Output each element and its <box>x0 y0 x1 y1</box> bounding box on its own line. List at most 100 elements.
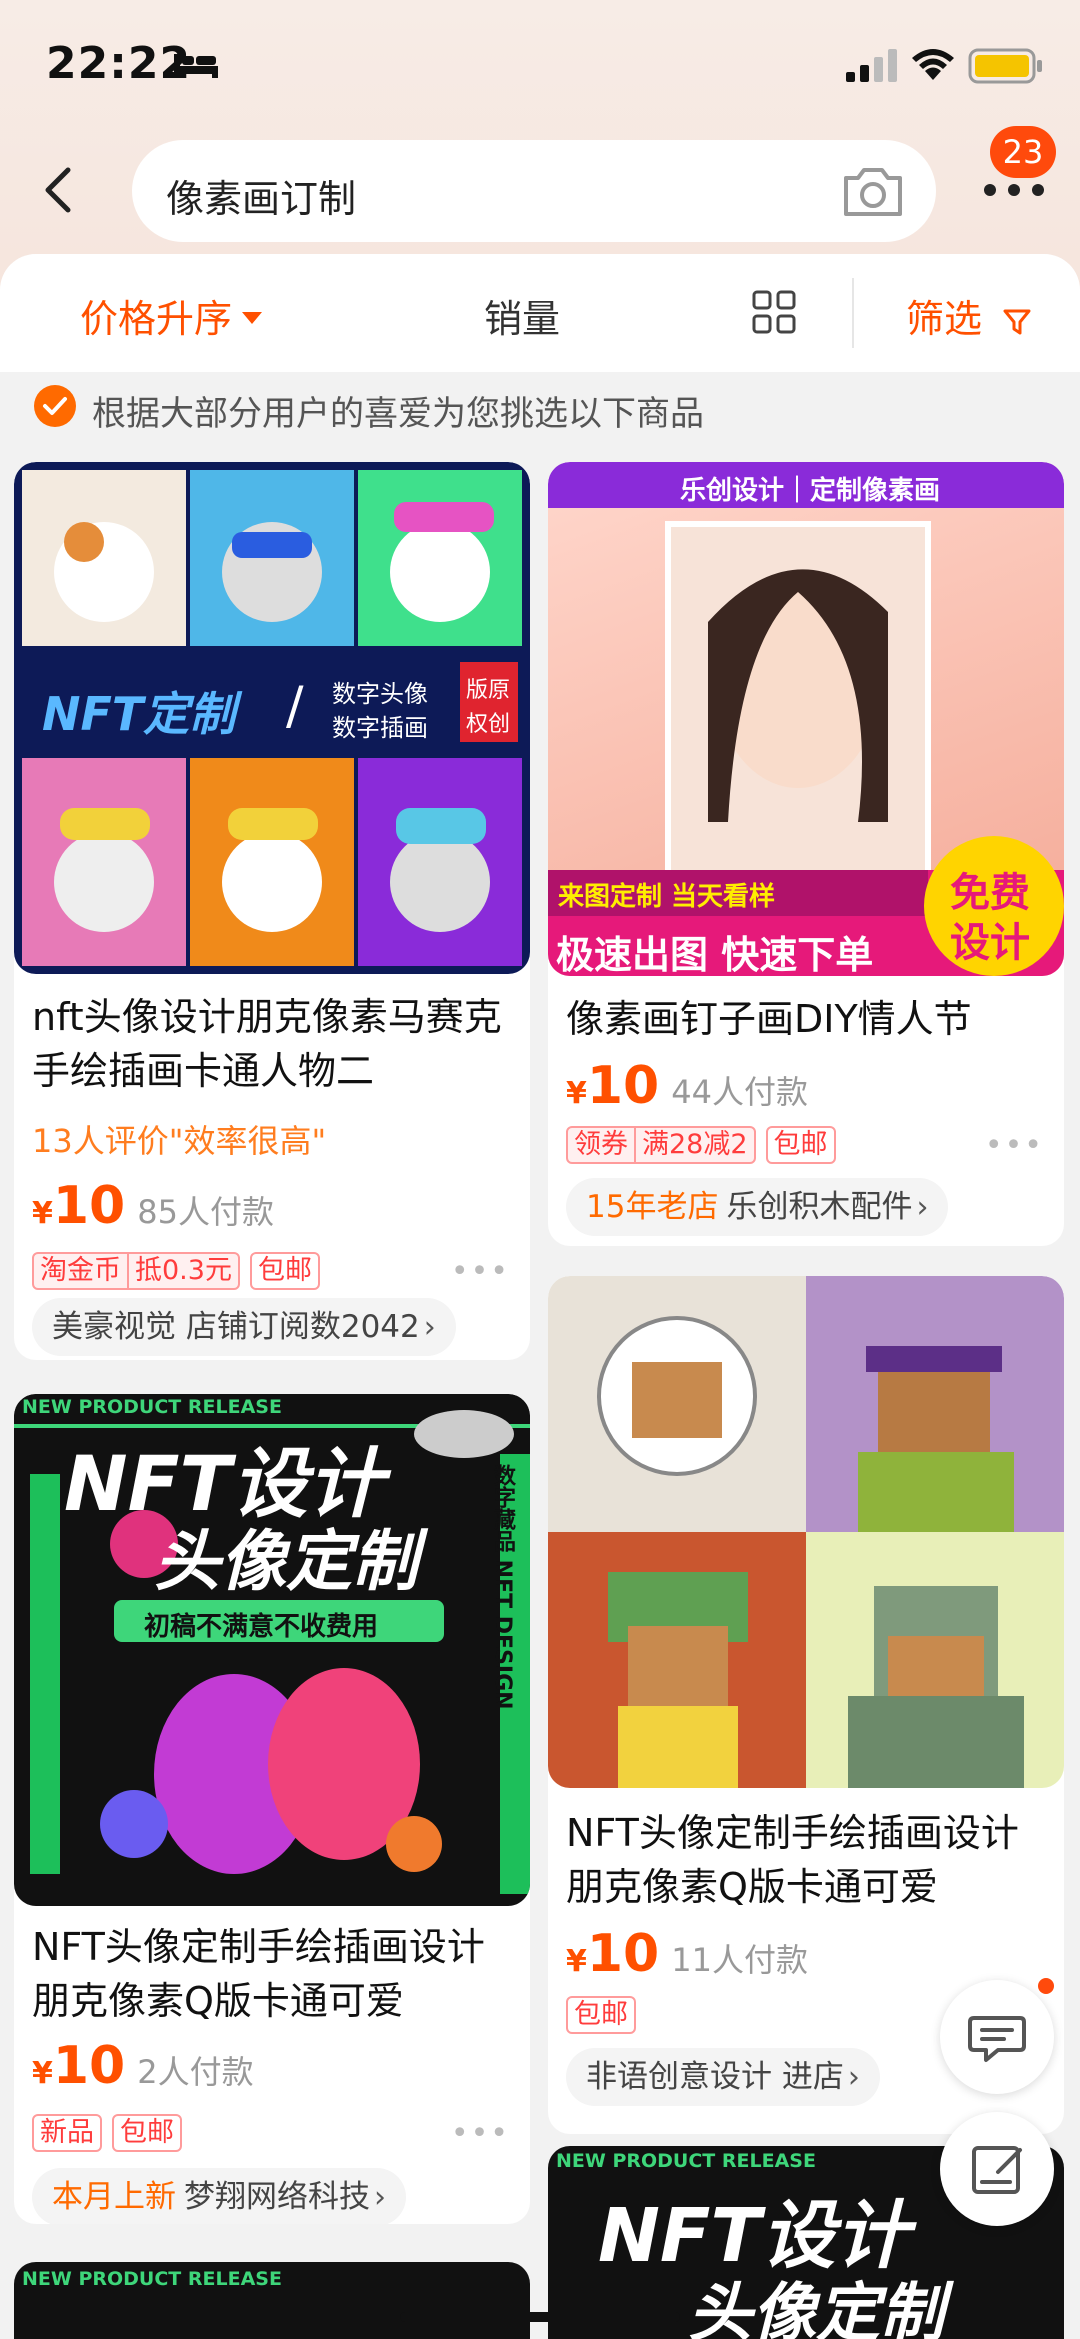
tag-row: 新品 包邮 <box>32 2114 192 2154</box>
shop-highlight: 15年老店 <box>586 1189 719 1225</box>
image-text-avatar-custom: 头像定制 <box>688 2277 944 2339</box>
sort-price-ascending[interactable]: 价格升序 <box>80 288 263 343</box>
customer-service-button[interactable] <box>940 1978 1054 2094</box>
price: 10 <box>52 1176 126 1236</box>
image-text-stamp-1: 版原 <box>466 678 511 703</box>
price: 10 <box>586 1056 660 1116</box>
chevron-right-icon: › <box>916 1190 929 1225</box>
shop-link[interactable]: 15年老店 乐创积木配件 › <box>566 1178 949 1236</box>
image-text-release: NEW PRODUCT RELEASE <box>22 1396 282 1418</box>
unread-dot <box>1038 1978 1054 1994</box>
product-image: NEW PRODUCT RELEASE <box>14 2262 530 2339</box>
check-icon <box>34 385 76 427</box>
tag-label: 抵0.3元 <box>127 1254 238 1288</box>
sort-divider <box>852 278 854 348</box>
free-shipping-tag: 包邮 <box>249 1252 320 1290</box>
tag-row: 领券 满28减2 包邮 <box>566 1126 846 1166</box>
sort-bar: 价格升序 销量 筛选 <box>0 254 1080 372</box>
chevron-right-icon: › <box>374 2180 386 2215</box>
price-row: ¥10 44人付款 <box>566 1056 808 1116</box>
image-text-custom: 来图定制 当天看样 <box>558 882 776 912</box>
product-image <box>548 1276 1064 1788</box>
more-options-icon[interactable]: ••• <box>451 2116 510 2151</box>
search-query: 像素画订制 <box>166 177 357 221</box>
product-title: 像素画钉子画DIY情人节 <box>566 997 972 1041</box>
free-shipping-tag: 包邮 <box>765 1126 836 1164</box>
grid-view-icon[interactable] <box>752 290 796 334</box>
shop-link[interactable]: 美豪视觉 店铺订阅数2042 › <box>32 1298 456 1356</box>
currency: ¥ <box>566 1076 587 1111</box>
product-card[interactable]: 乐创设计｜定制像素画 来图定制 当天看样 极速出图 快速下单 免费 设计 像素画… <box>548 462 1064 1246</box>
sold-count: 85人付款 <box>137 1193 274 1231</box>
sold-count: 44人付款 <box>671 1073 808 1111</box>
image-text-refund: 初稿不满意不收费用 <box>144 1612 379 1642</box>
shop-name: 非语创意设计 进店 <box>586 2059 844 2095</box>
price-row: ¥10 85人付款 <box>32 1176 274 1236</box>
back-icon[interactable] <box>34 160 84 220</box>
product-card[interactable]: NEW PRODUCT RELEASE NFT设计 头像定制 初稿不满意不收费用… <box>14 1394 530 2224</box>
filter-button[interactable]: 筛选 <box>906 288 1032 343</box>
sort-price-label: 价格升序 <box>80 297 233 341</box>
feedback-button[interactable] <box>940 2112 1054 2226</box>
more-options-icon[interactable]: ••• <box>985 1128 1044 1163</box>
edit-icon <box>972 2146 1022 2194</box>
image-text-fast: 极速出图 快速下单 <box>556 933 874 976</box>
tag-label: 满28减2 <box>634 1128 754 1162</box>
image-text-release: NEW PRODUCT RELEASE <box>556 2150 816 2172</box>
free-shipping-tag: 包邮 <box>112 2114 182 2152</box>
sort-sales[interactable]: 销量 <box>484 288 560 343</box>
product-title: NFT头像定制手绘插画设计朋克像素Q版卡通可爱 <box>566 1811 1019 1909</box>
shop-name: 乐创积木配件 <box>726 1189 913 1225</box>
tag-row: 包邮 <box>566 1996 646 2036</box>
chat-icon <box>968 2016 1026 2062</box>
chevron-right-icon: › <box>847 2060 860 2095</box>
price-row: ¥10 2人付款 <box>32 2036 254 2096</box>
product-title: nft头像设计朋克像素马赛克手绘插画卡通人物二 <box>32 995 502 1093</box>
status-time: 22:22 <box>46 38 192 89</box>
shop-highlight: 本月上新 <box>52 2179 176 2215</box>
status-bar: 22:22 <box>0 0 1080 130</box>
price: 10 <box>586 1924 660 1984</box>
sleep-mode-icon <box>174 54 218 78</box>
caret-down-icon <box>242 311 263 324</box>
cellular-signal-icon <box>846 49 897 82</box>
free-shipping-tag: 包邮 <box>566 1996 636 2034</box>
shop-name: 梦翔网络科技 <box>184 2179 370 2215</box>
tag-label: 淘金币 <box>40 1255 121 1286</box>
image-text-slash: / <box>286 676 304 736</box>
search-input[interactable]: 像素画订制 <box>132 140 936 242</box>
tag-label: 领券 <box>574 1129 628 1160</box>
wifi-icon <box>912 49 954 80</box>
sold-count: 11人付款 <box>671 1941 808 1979</box>
notification-badge: 23 <box>990 126 1056 178</box>
shop-name: 美豪视觉 店铺订阅数2042 <box>52 1309 420 1345</box>
product-image: 乐创设计｜定制像素画 来图定制 当天看样 极速出图 快速下单 免费 设计 <box>548 462 1064 976</box>
product-image: NEW PRODUCT RELEASE NFT设计 头像定制 初稿不满意不收费用… <box>14 1394 530 1906</box>
new-tag: 新品 <box>32 2114 102 2152</box>
tag-row: 淘金币 抵0.3元 包邮 <box>32 1252 330 1292</box>
home-indicator <box>400 2312 680 2322</box>
image-text-release: NEW PRODUCT RELEASE <box>22 2268 282 2290</box>
recommendation-text: 根据大部分用户的喜爱为您挑选以下商品 <box>92 394 704 434</box>
battery-icon <box>968 48 1042 84</box>
currency: ¥ <box>32 2056 53 2091</box>
currency: ¥ <box>32 1196 53 1231</box>
coupon-tag: 领券 满28减2 <box>566 1126 756 1164</box>
camera-search-icon[interactable] <box>840 162 906 220</box>
more-options-icon[interactable]: ••• <box>451 1254 510 1289</box>
product-card[interactable]: NEW PRODUCT RELEASE <box>14 2262 530 2339</box>
image-text-side: 数字藏品 NFT DESIGN <box>490 1464 515 1710</box>
sold-count: 2人付款 <box>137 2053 254 2091</box>
image-text-avatar: 数字头像 <box>332 680 428 708</box>
product-image: NFT定制 / 数字头像 数字插画 版原 权创 <box>14 462 530 974</box>
shop-link[interactable]: 非语创意设计 进店 › <box>566 2048 880 2106</box>
product-card[interactable]: NFT定制 / 数字头像 数字插画 版原 权创 nft头像设计朋克像素马赛克手绘… <box>14 462 530 1360</box>
filter-icon <box>1003 309 1031 334</box>
product-review: 13人评价"效率很高" <box>32 1122 327 1160</box>
product-title: NFT头像定制手绘插画设计朋克像素Q版卡通可爱 <box>32 1925 485 2023</box>
shop-link[interactable]: 本月上新 梦翔网络科技 › <box>32 2168 406 2224</box>
price: 10 <box>52 2036 126 2096</box>
image-text-avatar-custom: 头像定制 <box>154 1523 418 1600</box>
coupon-tag: 淘金币 抵0.3元 <box>32 1252 240 1290</box>
chevron-right-icon: › <box>423 1310 436 1345</box>
